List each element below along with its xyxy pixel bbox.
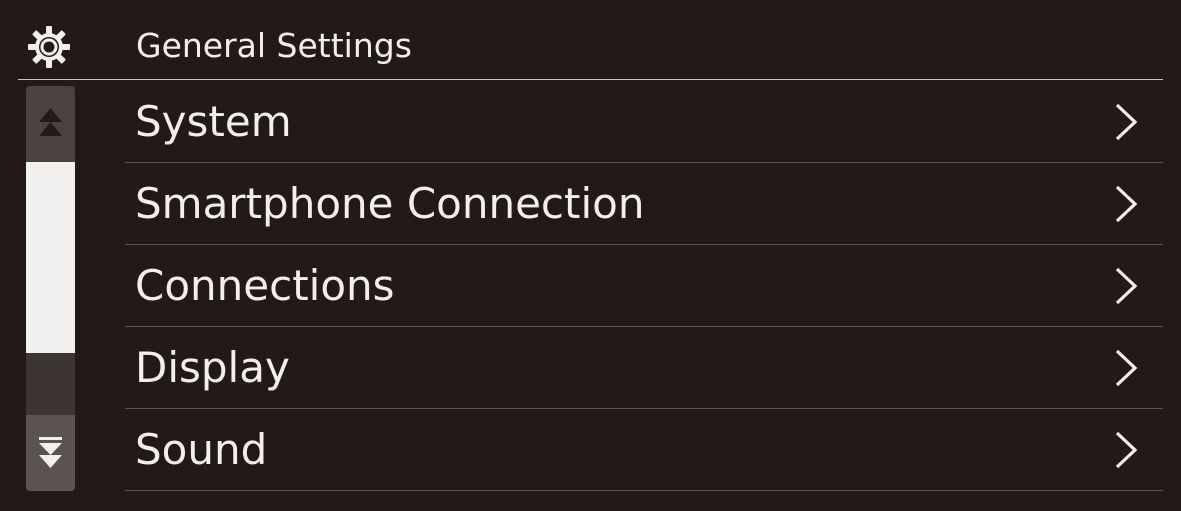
- menu-item-connections[interactable]: Connections: [125, 245, 1163, 327]
- settings-menu-list: System Smartphone Connection Connections…: [125, 81, 1163, 491]
- menu-item-label: Smartphone Connection: [135, 179, 645, 228]
- chevron-right-icon: [1115, 185, 1138, 223]
- scroll-down-icon: [39, 437, 62, 468]
- header: General Settings: [18, 0, 1163, 80]
- settings-screen: General Settings System Smartphone Conne…: [0, 0, 1181, 511]
- menu-item-display[interactable]: Display: [125, 327, 1163, 409]
- chevron-right-icon: [1115, 431, 1138, 469]
- scroll-down-button[interactable]: [26, 415, 75, 491]
- menu-item-label: Connections: [135, 261, 395, 310]
- menu-item-smartphone-connection[interactable]: Smartphone Connection: [125, 163, 1163, 245]
- scrollbar[interactable]: [26, 86, 75, 491]
- menu-item-label: System: [135, 97, 292, 146]
- menu-item-label: Sound: [135, 425, 268, 474]
- chevron-right-icon: [1115, 267, 1138, 305]
- page-title: General Settings: [136, 26, 412, 65]
- chevron-right-icon: [1115, 349, 1138, 387]
- chevron-right-icon: [1115, 103, 1138, 141]
- menu-item-label: Display: [135, 343, 290, 392]
- scroll-thumb[interactable]: [26, 162, 75, 353]
- scroll-up-icon: [39, 108, 62, 136]
- menu-item-sound[interactable]: Sound: [125, 409, 1163, 491]
- scroll-up-button[interactable]: [26, 86, 75, 162]
- gear-icon: [27, 25, 71, 69]
- menu-item-system[interactable]: System: [125, 81, 1163, 163]
